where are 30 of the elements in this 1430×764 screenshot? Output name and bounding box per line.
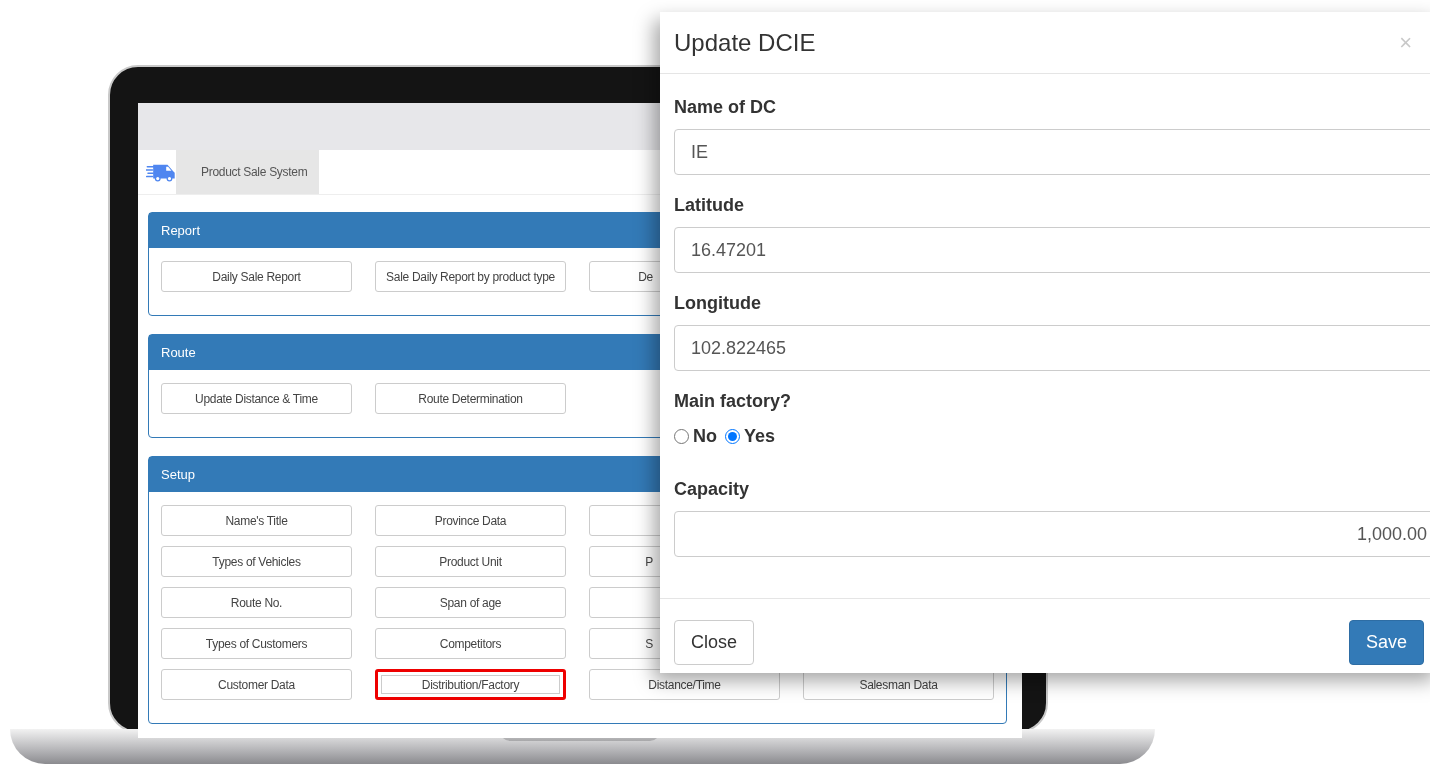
menu-button[interactable]: Province Data — [375, 505, 566, 536]
modal-title: Update DCIE — [674, 27, 816, 58]
app-title-tab[interactable]: Product Sale System — [176, 150, 320, 194]
menu-button[interactable]: Types of Customers — [161, 628, 352, 659]
field-label: Name of DC — [674, 96, 777, 119]
menu-button[interactable]: Customer Data — [161, 669, 352, 700]
radio-button[interactable] — [725, 429, 740, 444]
menu-button[interactable]: Route Determination — [375, 383, 566, 414]
menu-button[interactable]: Daily Sale Report — [161, 261, 352, 292]
input-field[interactable]: 102.822465 — [674, 325, 1430, 371]
radio-label: Yes — [744, 425, 776, 448]
menu-button[interactable]: Product Unit — [375, 546, 566, 577]
menu-button[interactable]: Sale Daily Report by product type — [375, 261, 566, 292]
input-field[interactable]: IE — [674, 129, 1430, 175]
save-button[interactable]: Save — [1348, 620, 1424, 665]
menu-button[interactable]: Update Distance & Time — [161, 383, 352, 414]
radio-button[interactable] — [674, 429, 689, 444]
menu-button[interactable]: Competitors — [375, 628, 566, 659]
menu-button[interactable]: Name's Title — [161, 505, 352, 536]
field-label: Longitude — [674, 292, 762, 315]
menu-button[interactable]: Types of Vehicles — [161, 546, 352, 577]
menu-button[interactable]: Distance/Time — [589, 669, 780, 700]
menu-button[interactable]: Distribution/Factory — [375, 669, 566, 700]
input-field[interactable]: 16.47201 — [674, 227, 1430, 273]
close-button[interactable]: Close — [674, 620, 755, 665]
field-label: Main factory? — [674, 390, 793, 413]
menu-button[interactable]: Route No. — [161, 587, 352, 618]
radio-label: No — [693, 425, 717, 448]
input-field[interactable]: 1,000.00 — [674, 511, 1430, 557]
menu-button[interactable]: Span of age — [375, 587, 566, 618]
